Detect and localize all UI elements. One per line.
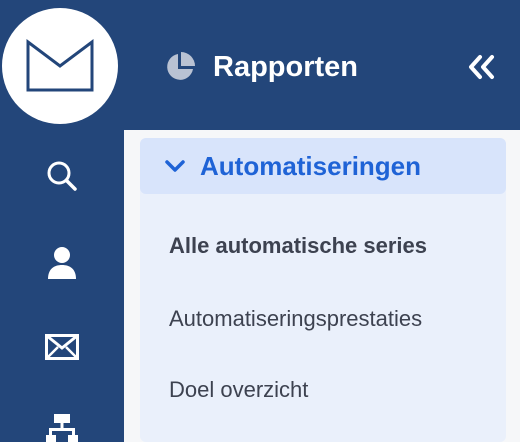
rail-item-contacts[interactable] bbox=[0, 244, 124, 282]
automations-group-title: Automatiseringen bbox=[200, 151, 422, 181]
rail-item-automations[interactable] bbox=[0, 412, 124, 442]
rail-item-mail[interactable] bbox=[0, 332, 124, 362]
app-root: Rapporten Automatiseringen Alle automati… bbox=[0, 0, 520, 442]
search-icon bbox=[47, 161, 77, 191]
rail-item-search[interactable] bbox=[0, 158, 124, 194]
automations-group-header[interactable]: Automatiseringen bbox=[140, 138, 506, 194]
menu-item-goal-overview[interactable]: Doel overzicht bbox=[169, 376, 308, 404]
menu-item-all-automated-series[interactable]: Alle automatische series bbox=[169, 232, 427, 260]
envelope-icon bbox=[45, 334, 79, 360]
chevron-down-icon bbox=[165, 160, 185, 172]
pie-chart-icon bbox=[167, 52, 195, 80]
reports-header: Rapporten bbox=[124, 0, 520, 130]
user-icon bbox=[48, 247, 76, 279]
left-rail bbox=[0, 0, 124, 442]
logo[interactable] bbox=[2, 8, 118, 124]
page-title: Rapporten bbox=[213, 51, 358, 83]
double-chevron-left-icon bbox=[469, 55, 494, 79]
automations-group: Automatiseringen Alle automatische serie… bbox=[140, 138, 506, 442]
menu-item-automation-performance[interactable]: Automatiseringsprestaties bbox=[169, 305, 422, 333]
collapse-sidebar-button[interactable] bbox=[464, 50, 498, 84]
reports-menu-panel: Automatiseringen Alle automatische serie… bbox=[124, 130, 520, 442]
mail-envelope-logo-icon bbox=[26, 39, 94, 92]
sitemap-icon bbox=[46, 414, 78, 442]
